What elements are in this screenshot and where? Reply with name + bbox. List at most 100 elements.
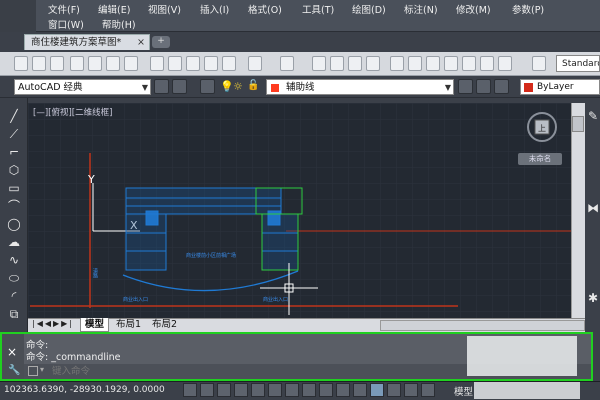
close-tab-icon[interactable]: × [137,35,145,50]
command-input[interactable] [52,365,452,378]
viewcube[interactable]: 上 [525,110,559,146]
text-style-select[interactable]: Standard [556,55,600,72]
workspace-settings-icon[interactable] [154,79,169,94]
plot-preview-icon[interactable] [88,56,102,71]
tab-layout2[interactable]: 布局2 [148,318,181,332]
new-file-icon[interactable] [14,56,28,71]
lock-icon[interactable]: 🔓 [247,80,259,91]
recent-commands-icon[interactable] [28,366,38,376]
mirror-icon[interactable]: ⧓ [586,200,600,216]
ortho-mode-icon[interactable] [234,383,248,397]
3d-osnap-icon[interactable] [285,383,299,397]
pan-icon[interactable] [312,56,326,71]
make-current-icon[interactable] [458,79,473,94]
design-center-icon[interactable] [408,56,422,71]
arc-icon[interactable]: ⌒ [6,198,22,214]
new-tab-button[interactable]: + [152,36,170,48]
object-snap-tracking-icon[interactable] [302,383,316,397]
zoom-window-icon[interactable] [348,56,362,71]
tab-layout1[interactable]: 布局1 [112,318,145,332]
menu-format[interactable]: 格式(O) [248,2,282,16]
copy-icon[interactable] [168,56,182,71]
menu-modify[interactable]: 修改(M) [456,2,491,16]
model-space-toggle[interactable]: 模型 [454,384,473,398]
layer-previous-icon[interactable] [476,79,491,94]
undo-icon[interactable] [248,56,262,71]
circle-icon[interactable]: ◯ [6,216,22,232]
ellipse-icon[interactable]: ⬭ [6,270,22,286]
erase-icon[interactable]: ✎ [586,108,600,124]
menu-window[interactable]: 窗口(W) [48,17,84,31]
dynamic-ucs-icon[interactable] [319,383,333,397]
menu-insert[interactable]: 插入(I) [200,2,229,16]
menu-dimension[interactable]: 标注(N) [404,2,438,16]
zoom-previous-icon[interactable] [366,56,380,71]
3d-print-icon[interactable] [124,56,138,71]
vertical-scrollbar-thumb[interactable] [572,116,584,132]
customize-icon[interactable] [172,79,187,94]
paste-icon[interactable] [186,56,200,71]
annotation-monitor-icon[interactable] [421,383,435,397]
lineweight-icon[interactable] [353,383,367,397]
sheet-set-icon[interactable] [444,56,458,71]
block-editor-icon[interactable] [222,56,236,71]
ucs-menu-button[interactable]: 未命名 [518,153,562,165]
sun-icon[interactable]: ☼ [233,80,243,93]
selection-cycling-icon[interactable] [404,383,418,397]
spline-icon[interactable]: ∿ [6,252,22,268]
workspace-select[interactable]: AutoCAD 经典 ▼ [14,79,151,95]
transparency-icon[interactable] [370,383,384,397]
menu-parameter[interactable]: 参数(P) [512,2,544,16]
tool-palettes-icon[interactable] [426,56,440,71]
chevron-down-icon[interactable]: ▾ [40,365,44,374]
match-properties-icon[interactable] [204,56,218,71]
document-tab[interactable]: 商住楼建筑方案草图* × [24,34,150,50]
explode-icon[interactable]: ✱ [586,290,600,306]
text-style-icon[interactable] [532,56,546,71]
help-icon[interactable] [498,56,512,71]
vertical-scrollbar[interactable] [571,103,585,318]
zoom-realtime-icon[interactable] [330,56,344,71]
horizontal-scrollbar[interactable] [380,320,585,331]
tab-navigation-arrows[interactable]: |◀◀▶▶| [32,319,74,328]
quick-properties-icon[interactable] [387,383,401,397]
layer-states-icon[interactable] [494,79,509,94]
menu-file[interactable]: 文件(F) [48,2,80,16]
revision-cloud-icon[interactable]: ☁ [6,234,22,250]
snap-mode-icon[interactable] [200,383,214,397]
infer-constraints-icon[interactable] [183,383,197,397]
quickcalc-icon[interactable] [480,56,494,71]
cut-icon[interactable] [150,56,164,71]
plot-icon[interactable] [70,56,84,71]
polygon-icon[interactable]: ⬡ [6,162,22,178]
wrench-icon[interactable]: 🔧 [8,365,20,376]
layer-select[interactable]: 辅助线 ▼ [266,79,454,95]
menu-view[interactable]: 视图(V) [148,2,181,16]
markup-icon[interactable] [462,56,476,71]
construction-line-icon[interactable]: ⟋ [6,126,22,142]
insert-block-icon[interactable]: ⧉ [6,306,22,322]
properties-icon[interactable] [390,56,404,71]
dynamic-input-icon[interactable] [336,383,350,397]
line-icon[interactable]: ╱ [6,108,22,124]
rectangle-icon[interactable]: ▭ [6,180,22,196]
object-snap-icon[interactable] [268,383,282,397]
publish-icon[interactable] [106,56,120,71]
ellipse-arc-icon[interactable]: ◜ [6,288,22,304]
color-select[interactable]: ByLayer [520,79,600,95]
save-icon[interactable] [50,56,64,71]
close-icon[interactable]: × [7,345,17,359]
layer-properties-icon[interactable] [200,79,215,94]
light-bulb-icon[interactable]: 💡 [220,80,234,93]
polyline-icon[interactable]: ⌐ [6,144,22,160]
tab-model[interactable]: 模型 [80,318,110,332]
menu-edit[interactable]: 编辑(E) [98,2,130,16]
grid-display-icon[interactable] [217,383,231,397]
open-file-icon[interactable] [32,56,46,71]
polar-tracking-icon[interactable] [251,383,265,397]
redo-icon[interactable] [280,56,294,71]
menu-help[interactable]: 帮助(H) [102,17,136,31]
drawing-canvas[interactable]: Y X 商业楼前小区前相广场 商业出入口 商业出入口 道路 [28,103,571,318]
app-logo[interactable] [0,0,36,32]
viewport-controls[interactable]: [—][俯视][二维线框] [33,106,112,118]
